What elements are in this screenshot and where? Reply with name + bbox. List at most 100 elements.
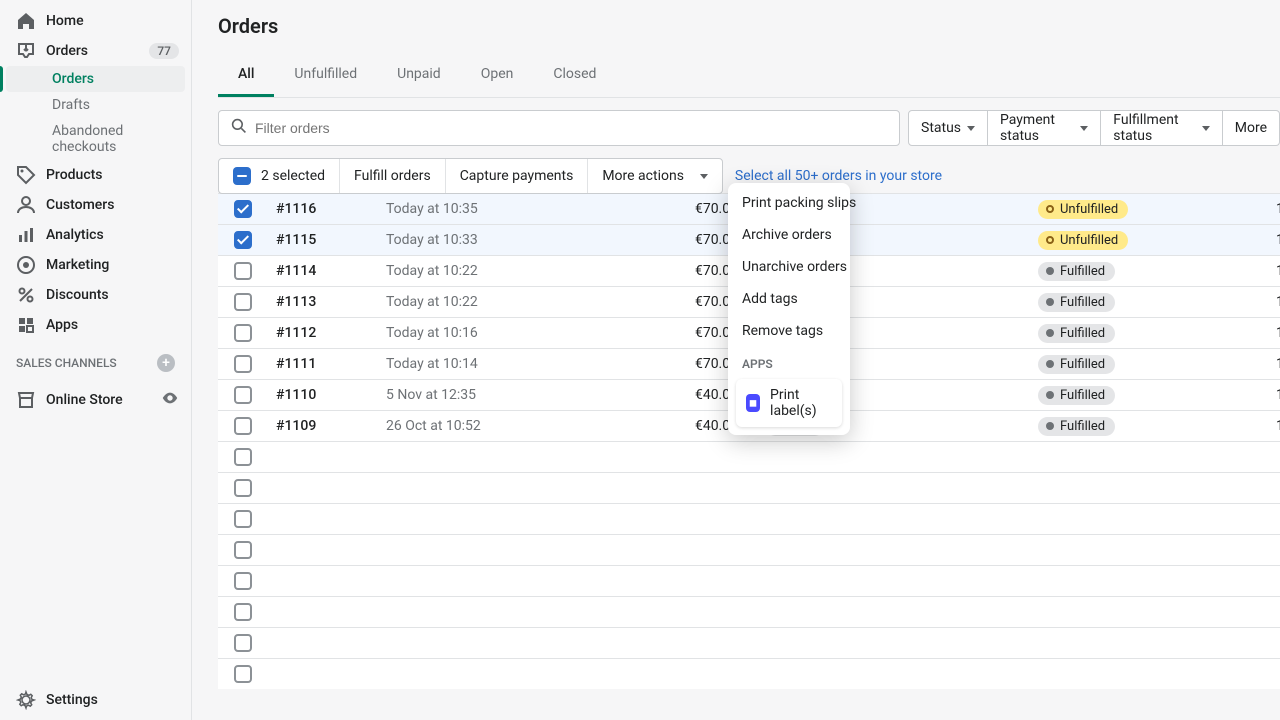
filter-row: Status Payment status Fulfillment status… <box>218 98 1280 158</box>
filter-status[interactable]: Status <box>908 110 988 146</box>
table-row <box>218 534 1280 565</box>
row-checkbox[interactable] <box>234 231 252 249</box>
row-checkbox[interactable] <box>234 541 252 559</box>
row-checkbox[interactable] <box>234 479 252 497</box>
filter-group: Status Payment status Fulfillment status… <box>908 110 1280 146</box>
menu-archive[interactable]: Archive orders <box>728 219 850 251</box>
row-checkbox[interactable] <box>234 324 252 342</box>
row-checkbox[interactable] <box>234 572 252 590</box>
row-checkbox[interactable] <box>234 293 252 311</box>
tab-all[interactable]: All <box>218 54 274 97</box>
nav-products[interactable]: Products <box>0 160 191 190</box>
fulfillment-status: Unfulfilled <box>1030 231 1268 250</box>
apps-icon <box>16 315 36 335</box>
bulk-more-actions-button[interactable]: More actions <box>588 159 722 193</box>
checkbox-indeterminate-icon[interactable] <box>233 167 251 185</box>
eye-icon[interactable] <box>161 389 179 411</box>
order-date: Today at 10:22 <box>378 263 530 279</box>
row-checkbox[interactable] <box>234 262 252 280</box>
filter-fulfillment[interactable]: Fulfillment status <box>1101 110 1222 146</box>
order-items: 1 item <box>1268 263 1280 279</box>
row-checkbox[interactable] <box>234 665 252 683</box>
row-checkbox[interactable] <box>234 603 252 621</box>
order-date: Today at 10:16 <box>378 325 530 341</box>
menu-remove-tags[interactable]: Remove tags <box>728 315 850 347</box>
order-number[interactable]: #1112 <box>268 325 378 341</box>
row-checkbox[interactable] <box>234 386 252 404</box>
order-total: €40.00 <box>530 387 758 403</box>
order-items: 1 item <box>1268 418 1280 434</box>
row-checkbox[interactable] <box>234 634 252 652</box>
order-date: Today at 10:33 <box>378 232 530 248</box>
select-all-link[interactable]: Select all 50+ orders in your store <box>735 168 942 184</box>
home-icon <box>16 11 36 31</box>
search-input[interactable] <box>255 111 899 145</box>
fulfillment-badge: Fulfilled <box>1038 417 1115 436</box>
order-number[interactable]: #1116 <box>268 201 378 217</box>
menu-print-labels[interactable]: ◼ Print label(s) <box>736 379 842 427</box>
percent-icon <box>16 285 36 305</box>
tab-open[interactable]: Open <box>461 54 534 97</box>
tab-closed[interactable]: Closed <box>533 54 616 97</box>
order-total: €70.00 <box>530 356 758 372</box>
fulfillment-badge: Fulfilled <box>1038 355 1115 374</box>
row-checkbox[interactable] <box>234 355 252 373</box>
nav-customers[interactable]: Customers <box>0 190 191 220</box>
nav-apps[interactable]: Apps <box>0 310 191 340</box>
filter-more[interactable]: More <box>1223 110 1280 146</box>
order-total: €70.00 <box>530 294 758 310</box>
fulfillment-status: Fulfilled <box>1030 262 1268 281</box>
chevron-down-icon <box>1080 126 1088 131</box>
nav-marketing[interactable]: Marketing <box>0 250 191 280</box>
nav-analytics[interactable]: Analytics <box>0 220 191 250</box>
bulk-fulfill-button[interactable]: Fulfill orders <box>340 159 446 193</box>
add-channel-icon[interactable]: + <box>157 354 175 372</box>
chevron-down-icon <box>1202 126 1210 131</box>
inbox-icon <box>16 41 36 61</box>
order-items: 1 item <box>1268 294 1280 310</box>
tag-icon <box>16 165 36 185</box>
tab-unpaid[interactable]: Unpaid <box>377 54 461 97</box>
filter-payment[interactable]: Payment status <box>988 110 1101 146</box>
menu-unarchive[interactable]: Unarchive orders <box>728 251 850 283</box>
row-checkbox[interactable] <box>234 448 252 466</box>
row-checkbox[interactable] <box>234 200 252 218</box>
menu-apps-header: APPS <box>728 347 850 375</box>
search-icon <box>231 118 247 138</box>
subnav-orders[interactable]: Orders <box>6 66 185 92</box>
menu-print-slips[interactable]: Print packing slips <box>728 187 850 219</box>
fulfillment-status: Fulfilled <box>1030 324 1268 343</box>
fulfillment-badge: Unfulfilled <box>1038 200 1128 219</box>
bulk-capture-button[interactable]: Capture payments <box>446 159 589 193</box>
nav-settings[interactable]: Settings <box>0 680 191 720</box>
order-number[interactable]: #1109 <box>268 418 378 434</box>
bulk-selected[interactable]: 2 selected <box>219 159 340 193</box>
table-row <box>218 627 1280 658</box>
gear-icon <box>16 690 36 710</box>
menu-add-tags[interactable]: Add tags <box>728 283 850 315</box>
order-number[interactable]: #1111 <box>268 356 378 372</box>
order-date: Today at 10:35 <box>378 201 530 217</box>
order-items: 1 item <box>1268 201 1280 217</box>
store-icon <box>16 390 36 410</box>
nav-online-store[interactable]: Online Store <box>0 384 191 416</box>
subnav-drafts[interactable]: Drafts <box>6 92 185 118</box>
tab-unfulfilled[interactable]: Unfulfilled <box>274 54 377 97</box>
sidebar: Home Orders 77 Orders Drafts Abandoned c… <box>0 0 192 720</box>
order-number[interactable]: #1115 <box>268 232 378 248</box>
row-checkbox[interactable] <box>234 510 252 528</box>
row-checkbox[interactable] <box>234 417 252 435</box>
order-number[interactable]: #1113 <box>268 294 378 310</box>
table-row <box>218 472 1280 503</box>
subnav-abandoned[interactable]: Abandoned checkouts <box>6 118 185 160</box>
order-items: 1 item <box>1268 232 1280 248</box>
nav-orders[interactable]: Orders 77 <box>0 36 191 66</box>
order-number[interactable]: #1110 <box>268 387 378 403</box>
order-items: 1 item <box>1268 387 1280 403</box>
page-title: Orders <box>218 14 1280 38</box>
chart-icon <box>16 225 36 245</box>
search-input-wrap[interactable] <box>218 110 900 146</box>
order-number[interactable]: #1114 <box>268 263 378 279</box>
nav-discounts[interactable]: Discounts <box>0 280 191 310</box>
nav-home[interactable]: Home <box>0 6 191 36</box>
